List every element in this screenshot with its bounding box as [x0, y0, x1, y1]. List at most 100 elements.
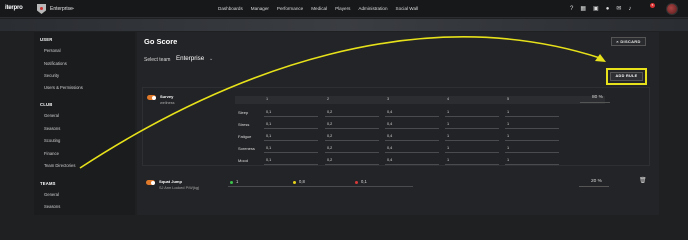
nav-administration[interactable]: Administration	[358, 6, 387, 11]
sidebar-item-team-directories[interactable]: Team Directories	[44, 163, 75, 168]
discard-button[interactable]: × DISCARD	[611, 37, 646, 46]
row-label: Fatigue	[238, 134, 252, 139]
wellness-score-table: 1 2 3 4 5 Sleep 0,1 0,2 0,4 1 1 Stress 0…	[235, 96, 605, 165]
percent-underline	[579, 186, 609, 187]
chevron-down-icon[interactable]: ⌄	[209, 56, 213, 62]
score-input-underline	[264, 140, 318, 141]
score-input[interactable]: 1	[507, 134, 509, 138]
column-header: 1	[266, 97, 269, 101]
score-input[interactable]: 0,1	[266, 134, 271, 138]
team-switcher-label[interactable]: Enterprise	[50, 6, 73, 12]
threshold-green-dot	[230, 181, 233, 184]
score-input[interactable]: 0,1	[266, 146, 271, 150]
sidebar-item-club-seasons[interactable]: Seasons	[44, 126, 60, 131]
bell-icon[interactable]: ♪	[628, 5, 631, 13]
team-crest-icon	[37, 4, 46, 14]
rule-toggle[interactable]	[146, 180, 155, 185]
chevron-down-icon[interactable]: ⌄	[71, 5, 75, 11]
nav-performance[interactable]: Performance	[277, 6, 303, 11]
nav-manager[interactable]: Manager	[251, 6, 269, 11]
header-backdrop	[0, 19, 688, 31]
score-input-underline	[505, 140, 559, 141]
add-rule-button[interactable]: ADD RULE	[610, 72, 643, 81]
column-header: 3	[387, 97, 390, 101]
threshold-input[interactable]: 1	[236, 179, 238, 184]
rule-card-survey: Survey wellness 1 2 3 4 5 Sleep 0,1 0,2 …	[142, 87, 650, 166]
score-input[interactable]: 1	[447, 134, 449, 138]
score-input[interactable]: 0,1	[266, 158, 271, 162]
row-label: Sleep	[238, 110, 249, 115]
score-input-underline	[325, 152, 379, 153]
score-input[interactable]: 0,4	[387, 146, 392, 150]
nav-social-wall[interactable]: Social Wall	[396, 6, 419, 11]
app-logo[interactable]: iterpro	[5, 5, 23, 11]
sidebar-item-teams-general[interactable]: General	[44, 192, 59, 197]
score-input[interactable]: 0,4	[387, 134, 392, 138]
score-input-underline	[385, 116, 439, 117]
score-input[interactable]: 1	[447, 122, 449, 126]
score-input[interactable]: 1	[507, 122, 509, 126]
score-input-underline	[445, 152, 499, 153]
score-input[interactable]: 0,4	[387, 110, 392, 114]
score-input[interactable]: 0,2	[327, 110, 332, 114]
score-input[interactable]: 0,4	[387, 122, 392, 126]
help-icon[interactable]: ?	[570, 5, 573, 13]
percent-underline	[580, 102, 610, 103]
sidebar-item-teams-seasons[interactable]: Seasons	[44, 204, 60, 209]
sidebar-item-users-permissions[interactable]: Users & Permissions	[44, 85, 83, 90]
score-input-underline	[445, 140, 499, 141]
score-input-underline	[445, 164, 499, 165]
score-input-underline	[385, 164, 439, 165]
score-input-underline	[264, 128, 318, 129]
score-input-underline	[325, 164, 379, 165]
sidebar-item-club-general[interactable]: General	[44, 113, 59, 118]
sidebar-item-personal[interactable]: Personal	[44, 48, 61, 53]
threshold-input[interactable]: 0,1	[361, 179, 367, 184]
avatar[interactable]	[666, 3, 678, 15]
rule-card-squat-jump: Squat Jump SJ Arm Locked P/W(kg) 1 0,8 0…	[142, 176, 650, 196]
score-input-underline	[385, 152, 439, 153]
settings-sidebar: USER Personal Notifications Security Use…	[34, 32, 135, 215]
sidebar-item-scouting[interactable]: Scouting	[44, 138, 60, 143]
score-input[interactable]: 1	[507, 158, 509, 162]
nav-players[interactable]: Players	[335, 6, 350, 11]
column-header: 5	[507, 97, 510, 101]
row-label: Mood	[238, 158, 249, 163]
rule-toggle[interactable]	[147, 95, 156, 100]
nav-dashboards[interactable]: Dashboards	[218, 6, 243, 11]
score-input[interactable]: 0,2	[327, 134, 332, 138]
score-input[interactable]: 0,2	[327, 146, 332, 150]
user-icon[interactable]: ●	[606, 5, 610, 13]
cart-icon[interactable]: ▣	[593, 5, 599, 13]
score-input[interactable]: 1	[447, 110, 449, 114]
score-input[interactable]: 1	[507, 110, 509, 114]
row-label: Soreness	[238, 146, 255, 151]
score-input[interactable]: 1	[447, 146, 449, 150]
go-score-panel: Go Score × DISCARD Select team Enterpris…	[137, 32, 659, 215]
score-input[interactable]: 1	[447, 158, 449, 162]
score-input[interactable]: 0,4	[387, 158, 392, 162]
select-team-dropdown[interactable]: Enterprise	[176, 55, 204, 62]
sidebar-item-security[interactable]: Security	[44, 73, 59, 78]
chat-icon[interactable]: ✉	[616, 5, 621, 13]
rule-weight-percent[interactable]: 20 %	[591, 179, 602, 184]
sidebar-item-finance[interactable]: Finance	[44, 151, 59, 156]
score-input[interactable]: 0,1	[266, 110, 271, 114]
row-label: Stress	[238, 122, 250, 127]
rule-weight-percent[interactable]: 80 %	[592, 95, 603, 100]
score-input[interactable]: 0,2	[327, 122, 332, 126]
nav-medical[interactable]: Medical	[311, 6, 327, 11]
page-title: Go Score	[144, 37, 178, 46]
score-input[interactable]: 1	[507, 146, 509, 150]
trash-icon[interactable]: 🗑	[639, 177, 647, 184]
sidebar-section-club: CLUB	[40, 102, 53, 107]
threshold-input[interactable]: 0,8	[299, 179, 305, 184]
score-input[interactable]: 0,2	[327, 158, 332, 162]
score-input[interactable]: 0,1	[266, 122, 271, 126]
toolbar-icons: ? ▦ ▣ ● ✉ ♪	[570, 5, 631, 13]
sidebar-section-user: USER	[40, 37, 53, 42]
table-header	[235, 96, 605, 104]
calendar-icon[interactable]: ▦	[580, 5, 586, 13]
sidebar-item-notifications[interactable]: Notifications	[44, 61, 67, 66]
score-input-underline	[264, 164, 318, 165]
